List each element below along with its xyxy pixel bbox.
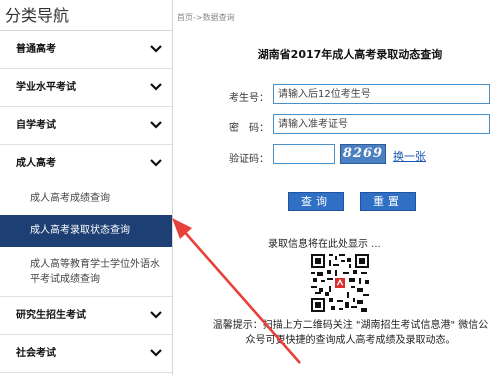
chevron-down-icon — [150, 159, 162, 167]
chevron-down-icon — [150, 121, 162, 129]
breadcrumb: 首页->数据查询 — [177, 13, 235, 22]
refresh-captcha-link[interactable]: 换一张 — [393, 148, 426, 164]
sidebar-title: 分类导航 — [0, 0, 172, 31]
captcha-input[interactable] — [273, 144, 335, 164]
exam-no-input[interactable] — [273, 84, 490, 104]
exam-no-label: 考生号： — [229, 93, 269, 104]
sidebar-item-label: 普通高考 — [16, 44, 56, 55]
sidebar-item-xueye-shuiping[interactable]: 学业水平考试 — [0, 69, 172, 107]
sidebar-item-label: 自学考试 — [16, 120, 56, 131]
sidebar-subitem-luqu-active[interactable]: 成人高考录取状态查询 — [0, 215, 172, 247]
result-placeholder-text: 录取信息将在此处显示 ... — [268, 239, 381, 250]
captcha-label: 验证码： — [229, 154, 269, 165]
qr-code-icon — [311, 254, 369, 312]
sidebar-item-label: 学业水平考试 — [16, 82, 76, 93]
sidebar-item-yanjiusheng[interactable]: 研究生招生考试 — [0, 297, 172, 335]
password-label: 密 码： — [229, 123, 269, 134]
sidebar: 分类导航 普通高考 学业水平考试 自学考试 成人高考 成人高考成绩查询 成人高考… — [0, 0, 173, 375]
sidebar-item-shehui-kaoshi[interactable]: 社会考试 — [0, 335, 172, 373]
captcha-image[interactable]: 8269 — [340, 144, 386, 164]
query-button[interactable]: 查询 — [288, 192, 344, 211]
sidebar-item-label: 研究生招生考试 — [16, 310, 86, 321]
sidebar-item-zixue-kaoshi[interactable]: 自学考试 — [0, 107, 172, 145]
sidebar-item-putong-gaokao[interactable]: 普通高考 — [0, 31, 172, 69]
sidebar-item-label: 成人高考 — [16, 158, 56, 169]
sidebar-item-label: 社会考试 — [16, 348, 56, 359]
chevron-down-icon — [150, 83, 162, 91]
password-input[interactable] — [273, 114, 490, 134]
chevron-down-icon — [150, 349, 162, 357]
chevron-down-icon — [150, 311, 162, 319]
warm-tip-text: 温馨提示：扫描上方二维码关注 "湖南招生考试信息港" 微信公众号可更快捷的查询成… — [212, 320, 489, 346]
chevron-down-icon — [150, 45, 162, 53]
sidebar-subitem-chengji[interactable]: 成人高考成绩查询 — [0, 183, 172, 215]
sidebar-subitem-xuewei-waiyu[interactable]: 成人高等教育学士学位外语水平考试成绩查询 — [0, 247, 172, 297]
page-title: 湖南省2017年成人高考录取动态查询 — [257, 48, 443, 61]
sidebar-item-chengren-gaokao[interactable]: 成人高考 — [0, 145, 172, 183]
reset-button[interactable]: 重置 — [360, 192, 416, 211]
